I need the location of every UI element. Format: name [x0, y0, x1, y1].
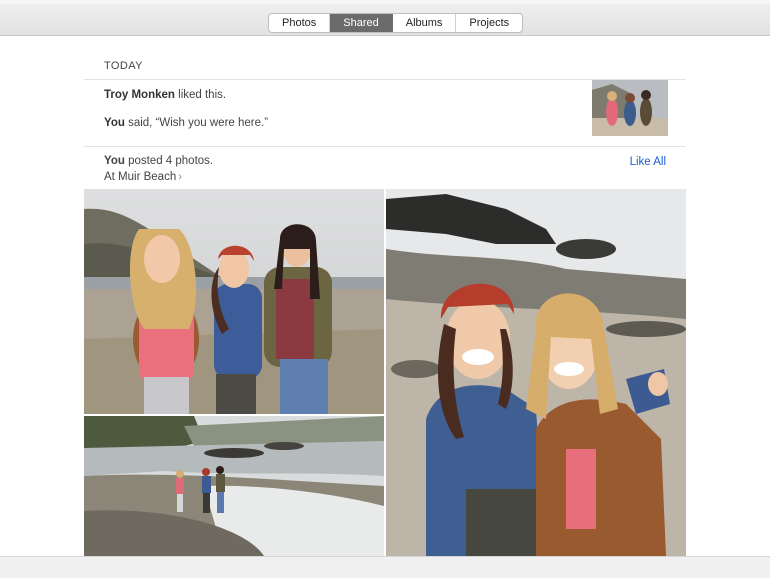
comment-text: said, “Wish you were here.”	[124, 117, 269, 129]
like-text: liked this.	[174, 89, 227, 101]
tab-albums[interactable]: Albums	[393, 14, 457, 32]
view-switcher: Photos Shared Albums Projects	[268, 13, 524, 33]
comment-user: You	[104, 117, 125, 129]
tab-photos[interactable]: Photos	[269, 14, 331, 32]
photo-friends-walking[interactable]	[84, 189, 384, 414]
activity-thumbnail[interactable]	[592, 80, 668, 136]
bottom-bar	[0, 556, 770, 578]
day-header: TODAY	[104, 60, 143, 72]
chevron-right-icon: ›	[178, 171, 182, 183]
like-activity: Troy Monken liked this.	[104, 89, 226, 101]
post-user: You	[104, 155, 125, 167]
post-location: At Muir Beach	[104, 171, 177, 183]
post-location-link[interactable]: At Muir Beach ›	[104, 171, 182, 183]
photo-friends-selfie[interactable]	[386, 189, 686, 556]
tab-projects[interactable]: Projects	[456, 14, 522, 32]
like-all-button[interactable]: Like All	[630, 156, 666, 168]
divider	[84, 146, 686, 147]
tab-shared[interactable]: Shared	[330, 14, 393, 32]
comment-activity: You said, “Wish you were here.”	[104, 117, 268, 129]
post-summary: You posted 4 photos.	[104, 155, 213, 167]
like-user[interactable]: Troy Monken	[104, 89, 175, 101]
photo-beach-wide[interactable]	[84, 416, 384, 556]
shared-feed: TODAY Troy Monken liked this. You said, …	[84, 36, 686, 556]
toolbar: Photos Shared Albums Projects	[0, 0, 770, 36]
post-text: posted 4 photos.	[124, 155, 214, 167]
